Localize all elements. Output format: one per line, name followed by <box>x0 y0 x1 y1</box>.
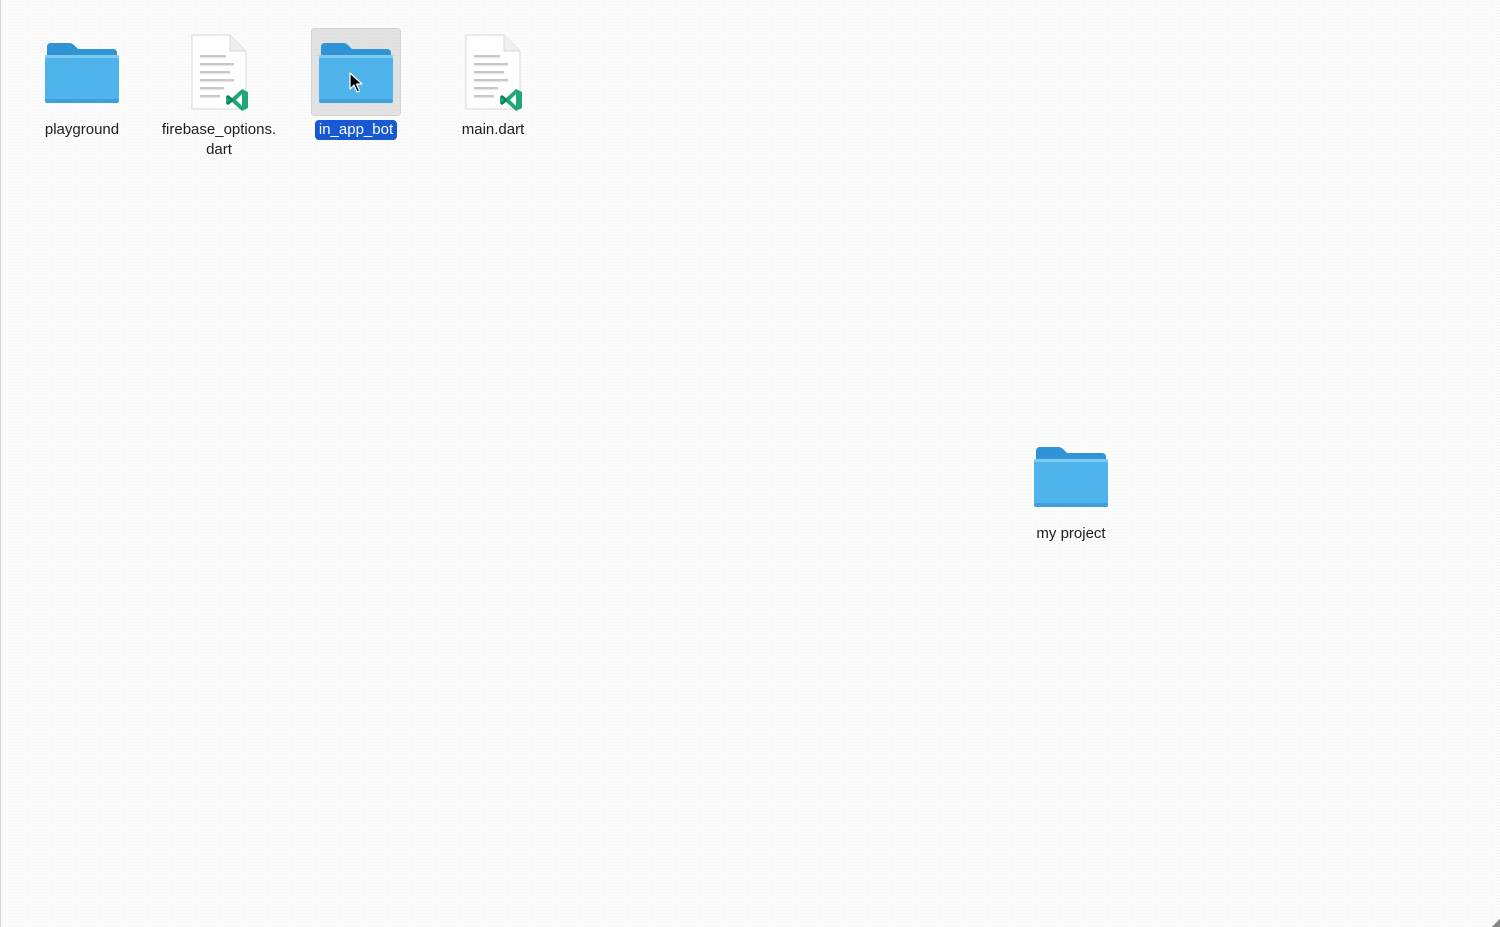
desktop[interactable]: playground firebase_options. dart in_app… <box>0 0 1500 927</box>
folder-icon <box>319 43 393 103</box>
desktop-item-playground[interactable]: playground <box>7 28 157 140</box>
item-thumbnail[interactable] <box>174 28 264 116</box>
desktop-item-my-project[interactable]: my project <box>996 432 1146 544</box>
item-thumbnail[interactable] <box>37 28 127 116</box>
vscode-document-icon <box>465 34 522 111</box>
window-resize-corner[interactable] <box>1492 919 1500 927</box>
item-thumbnail[interactable] <box>1026 432 1116 520</box>
item-label[interactable]: in_app_bot <box>314 120 398 140</box>
item-label[interactable]: my project <box>1032 524 1109 544</box>
vscode-document-icon <box>191 34 248 111</box>
item-label[interactable]: firebase_options. dart <box>158 120 280 160</box>
folder-icon <box>45 43 119 103</box>
item-label[interactable]: main.dart <box>458 120 529 140</box>
desktop-item-in-app-bot[interactable]: in_app_bot <box>281 28 431 140</box>
folder-icon <box>1034 447 1108 507</box>
item-thumbnail-selected[interactable] <box>311 28 401 116</box>
item-thumbnail[interactable] <box>448 28 538 116</box>
item-label[interactable]: playground <box>41 120 123 140</box>
desktop-item-main-dart[interactable]: main.dart <box>418 28 568 140</box>
desktop-item-firebase-options-dart[interactable]: firebase_options. dart <box>144 28 294 160</box>
